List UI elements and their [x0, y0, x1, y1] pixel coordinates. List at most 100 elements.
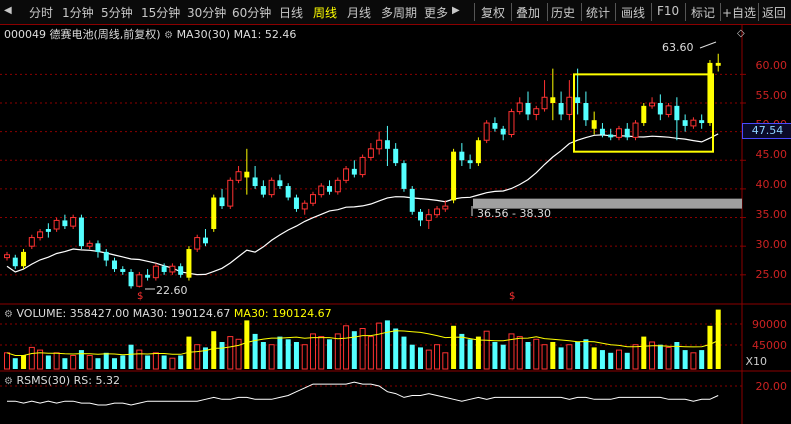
- candle-body: [161, 266, 167, 272]
- high-arrow: [699, 41, 717, 49]
- price-tick: 55.00: [755, 89, 788, 102]
- volume-bar: [418, 347, 423, 369]
- volume-bar: [145, 355, 151, 369]
- rsms-tick: 20.00: [755, 380, 788, 393]
- volume-bar: [244, 320, 250, 369]
- candle-body: [227, 179, 234, 207]
- settings-gear-icon[interactable]: ⚙: [164, 30, 173, 41]
- candle-body: [351, 168, 357, 175]
- volume-bar: [112, 358, 118, 369]
- volume-bar: [500, 344, 506, 369]
- candle-body: [86, 242, 93, 247]
- candle-body: [525, 103, 531, 115]
- volume-bar: [86, 355, 93, 370]
- candle-body: [70, 217, 77, 227]
- settings-gear-icon[interactable]: ⚙: [4, 309, 13, 320]
- candle-body: [401, 163, 407, 189]
- volume-bar: [128, 344, 134, 369]
- stock-chart[interactable]: [0, 0, 791, 424]
- candle-body: [483, 122, 490, 141]
- volume-bar: [318, 336, 325, 370]
- volume-bar: [21, 355, 27, 369]
- chart-header: 000049 德赛电池(周线,前复权) ⚙ MA30(30) MA1: 52.4…: [4, 26, 296, 42]
- volume-bar: [541, 344, 548, 370]
- volume-bar: [608, 352, 614, 369]
- volume-bar: [70, 355, 77, 370]
- candle-body: [550, 97, 556, 103]
- candle-body: [492, 123, 498, 129]
- candle-body: [152, 265, 159, 279]
- diamond-icon[interactable]: ◇: [737, 28, 745, 39]
- candle-body: [211, 197, 217, 229]
- candle-body: [112, 260, 118, 270]
- candle-body: [186, 249, 192, 278]
- volume-bar: [285, 339, 291, 369]
- volume-unit-label: X10: [745, 355, 767, 368]
- volume-bar: [293, 342, 299, 369]
- current-price-label: 47.54: [742, 123, 791, 139]
- candle-body: [53, 219, 60, 230]
- candle-body: [21, 251, 27, 267]
- volume-bar: [45, 355, 51, 369]
- volume-bar: [252, 333, 258, 369]
- candle-body: [541, 96, 548, 110]
- candle-body: [575, 97, 581, 103]
- volume-bar: [401, 336, 407, 369]
- volume-bar: [359, 328, 366, 370]
- volume-bar: [78, 350, 84, 369]
- volume-bar: [53, 352, 60, 370]
- volume-bar: [28, 346, 35, 370]
- price-tick: 30.00: [755, 238, 788, 251]
- volume-bar: [707, 325, 713, 369]
- stock-code: 000049: [4, 28, 46, 41]
- volume-bar: [343, 325, 350, 370]
- volume-bar: [120, 355, 126, 369]
- low-price-label: 22.60: [156, 284, 188, 297]
- candle-body: [45, 229, 51, 232]
- candle-body: [674, 105, 680, 121]
- volume-bar: [615, 349, 622, 370]
- candle-body: [12, 257, 18, 267]
- candle-body: [608, 134, 614, 138]
- candle-body: [707, 62, 713, 124]
- candle-body: [632, 122, 639, 138]
- volume-bar: [434, 344, 441, 370]
- candle-body: [95, 243, 101, 252]
- candle-body: [285, 186, 291, 198]
- candle-body: [293, 197, 299, 209]
- volume-bar: [235, 338, 242, 370]
- candle-body: [37, 231, 44, 239]
- candle-body: [136, 274, 143, 287]
- candle-body: [334, 179, 341, 193]
- candle-body: [260, 186, 266, 195]
- volume-bar: [95, 358, 101, 369]
- candle-body: [500, 128, 506, 135]
- volume-bar: [4, 352, 10, 370]
- volume-bar: [301, 344, 308, 370]
- volume-bar: [715, 309, 721, 369]
- price-tick: 35.00: [755, 208, 788, 221]
- candle-body: [409, 188, 415, 212]
- stock-name: 德赛电池(周线,前复权): [49, 28, 161, 41]
- candle-body: [715, 62, 721, 66]
- volume-bar: [525, 342, 531, 369]
- volume-bar: [451, 325, 457, 369]
- volume-bar: [690, 352, 697, 370]
- volume-bar: [459, 333, 465, 369]
- candle-body: [145, 274, 151, 278]
- volume-bar: [599, 350, 605, 369]
- volume-bar: [161, 355, 167, 369]
- settings-gear-icon[interactable]: ⚙: [4, 376, 13, 387]
- volume-tick: 45000: [752, 339, 787, 352]
- candle-body: [252, 177, 258, 187]
- high-price-label: 63.60: [662, 41, 694, 54]
- candle-body: [508, 111, 515, 136]
- volume-bar: [475, 336, 481, 369]
- volume-bar: [219, 342, 225, 369]
- candle-body: [367, 148, 374, 158]
- volume-bar: [467, 339, 473, 369]
- volume-bar: [393, 328, 399, 369]
- volume-bar: [492, 342, 498, 369]
- volume-bar: [268, 344, 275, 370]
- volume-ma30-a: MA30: 190124.67: [132, 307, 231, 320]
